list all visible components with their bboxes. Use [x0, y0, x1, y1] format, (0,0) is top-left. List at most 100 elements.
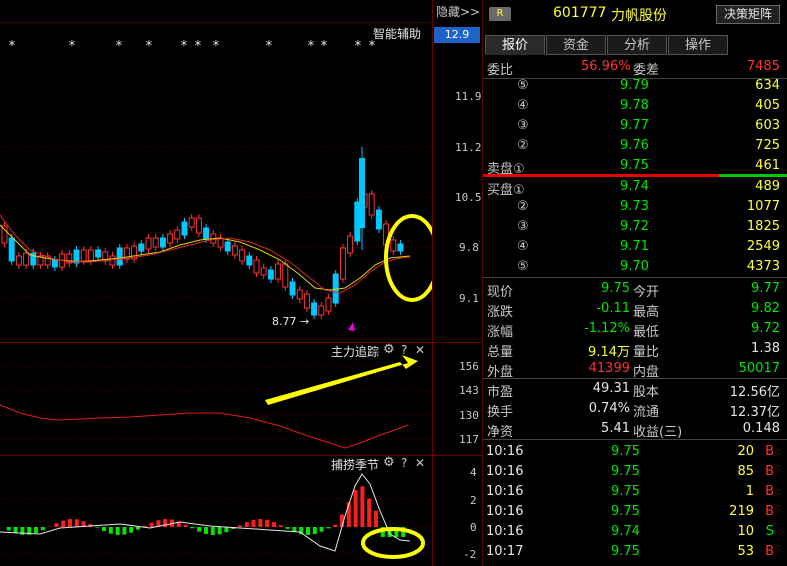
stock-code: 601777: [553, 5, 607, 21]
tick-row[interactable]: 10:16 9.75 1 B: [483, 482, 787, 502]
stat-label: 涨跌: [487, 305, 514, 320]
buy-level-row[interactable]: ④ 9.71 2549: [483, 237, 787, 257]
fin-value: 0.148: [742, 421, 780, 436]
tick-row[interactable]: 10:16 9.75 85 B: [483, 462, 787, 482]
buy-price: 9.72: [620, 219, 649, 234]
sell-level-row[interactable]: 卖盘① 9.75 461: [483, 156, 787, 177]
buy-level-row[interactable]: ⑤ 9.70 4373: [483, 257, 787, 277]
indicator2-chart: [0, 471, 432, 559]
tick-row[interactable]: 10:17 9.75 53 B: [483, 542, 787, 562]
star-mark: *: [194, 39, 202, 54]
fin-label: 股本: [633, 385, 660, 400]
fin-value: 49.31: [592, 381, 630, 396]
price-tick: 9.8: [459, 241, 479, 254]
stat-label: 涨幅: [487, 325, 514, 340]
sell-volume: 634: [755, 78, 780, 93]
fin-value: 12.37亿: [729, 405, 780, 420]
tab-funds[interactable]: 资金: [546, 35, 606, 55]
weibi-value: 56.96%: [581, 59, 631, 74]
sell-volume: 405: [755, 98, 780, 113]
fin-label: 流通: [633, 405, 660, 420]
stat-label: 最高: [633, 305, 660, 320]
buy-level-row[interactable]: ③ 9.72 1825: [483, 217, 787, 237]
buy-price: 9.71: [620, 239, 649, 254]
tick-volume: 53: [737, 544, 754, 559]
tick-row[interactable]: 10:16 9.75 20 B: [483, 442, 787, 462]
decision-matrix-button[interactable]: 决策矩阵: [716, 5, 780, 24]
sell-price: 9.75: [620, 158, 649, 173]
buy-price: 9.70: [620, 259, 649, 274]
sell-volume: 603: [755, 118, 780, 133]
kline-chart-area[interactable]: 隐藏>> 12.9 智能辅助 11.9 11.2 10.5 9.8 9.1 * …: [0, 0, 482, 566]
stat-row: 现价 9.75 今开 9.77: [483, 279, 787, 300]
signal-stars: * * * * * * * * * * * *: [8, 39, 376, 54]
buy-level-label: ④: [517, 239, 529, 254]
indicator1-chart: [0, 355, 432, 449]
buy-volume: 4373: [746, 259, 780, 274]
ind2-tick: 2: [470, 494, 477, 507]
tick-volume: 1: [745, 484, 754, 499]
fundamental-row: 换手 0.74% 流通 12.37亿: [483, 399, 787, 420]
tick-volume: 20: [737, 444, 754, 459]
fin-value: 5.41: [601, 421, 630, 436]
weicha-value: 7485: [746, 59, 780, 74]
hide-panel-button[interactable]: 隐藏>>: [436, 3, 480, 20]
divider: [483, 277, 787, 278]
tab-analysis[interactable]: 分析: [607, 35, 667, 55]
ind1-tick: 156: [459, 360, 479, 373]
tab-operate[interactable]: 操作: [668, 35, 728, 55]
tick-side: S: [765, 524, 774, 539]
buy-volume: 2549: [746, 239, 780, 254]
ind1-tick: 117: [459, 433, 479, 446]
sell-level-row[interactable]: ④ 9.78 405: [483, 96, 787, 116]
buy-volume: 1077: [746, 199, 780, 214]
buy-level-row[interactable]: ② 9.73 1077: [483, 197, 787, 217]
tick-price: 9.75: [611, 544, 640, 559]
candlestick-chart: * * * * * * * * * * * * 8.77 →: [0, 39, 432, 331]
price-tick: 10.5: [455, 191, 482, 204]
sell-level-row[interactable]: ② 9.76 725: [483, 136, 787, 156]
tick-side: B: [765, 544, 774, 559]
tick-volume: 219: [729, 504, 754, 519]
tab-quote[interactable]: 报价: [485, 35, 545, 55]
stat-value: 9.72: [751, 321, 780, 336]
tick-side: B: [765, 484, 774, 499]
star-mark: *: [320, 39, 328, 54]
stat-value: -1.12%: [584, 321, 630, 336]
sell-level-label: ②: [517, 138, 529, 153]
tick-row[interactable]: 10:16 9.75 219 B: [483, 502, 787, 522]
stat-value: 9.77: [751, 281, 780, 296]
tick-price: 9.74: [611, 524, 640, 539]
low-annotation: 8.77 →: [272, 315, 309, 328]
stat-label: 最低: [633, 325, 660, 340]
sell-price: 9.77: [620, 118, 649, 133]
fin-value: 12.56亿: [729, 385, 780, 400]
sell-level-row[interactable]: ③ 9.77 603: [483, 116, 787, 136]
ind2-tick: -2: [463, 548, 477, 561]
stat-row: 涨跌 -0.11 最高 9.82: [483, 299, 787, 320]
weibi-row: 委比 56.96% 委差 7485: [483, 57, 787, 78]
tick-row[interactable]: 10:16 9.74 10 S: [483, 522, 787, 542]
stat-row: 外盘 41399 内盘 50017: [483, 359, 787, 380]
star-mark: *: [115, 39, 123, 54]
buy-level-label: 买盘①: [487, 183, 525, 198]
tick-time: 10:17: [486, 544, 524, 559]
tick-price: 9.75: [611, 504, 640, 519]
buy-level-label: ⑤: [517, 259, 529, 274]
tick-side: B: [765, 504, 774, 519]
fin-label: 收益(三): [633, 425, 683, 440]
stat-value: 9.82: [751, 301, 780, 316]
divider: [483, 439, 787, 440]
tick-volume: 85: [737, 464, 754, 479]
stat-label: 量比: [633, 345, 660, 360]
sell-level-row[interactable]: ⑤ 9.79 634: [483, 76, 787, 96]
sell-level-label: ⑤: [517, 78, 529, 93]
current-price-box: 12.9: [434, 27, 480, 43]
sell-volume: 461: [755, 158, 780, 173]
stat-label: 现价: [487, 285, 514, 300]
ind2-tick: 4: [470, 466, 477, 479]
yellow-arrow-annotation: [265, 355, 418, 405]
stat-value: 9.75: [601, 281, 630, 296]
buy-level-row[interactable]: 买盘① 9.74 489: [483, 177, 787, 198]
fundamental-row: 市盈 49.31 股本 12.56亿: [483, 379, 787, 400]
